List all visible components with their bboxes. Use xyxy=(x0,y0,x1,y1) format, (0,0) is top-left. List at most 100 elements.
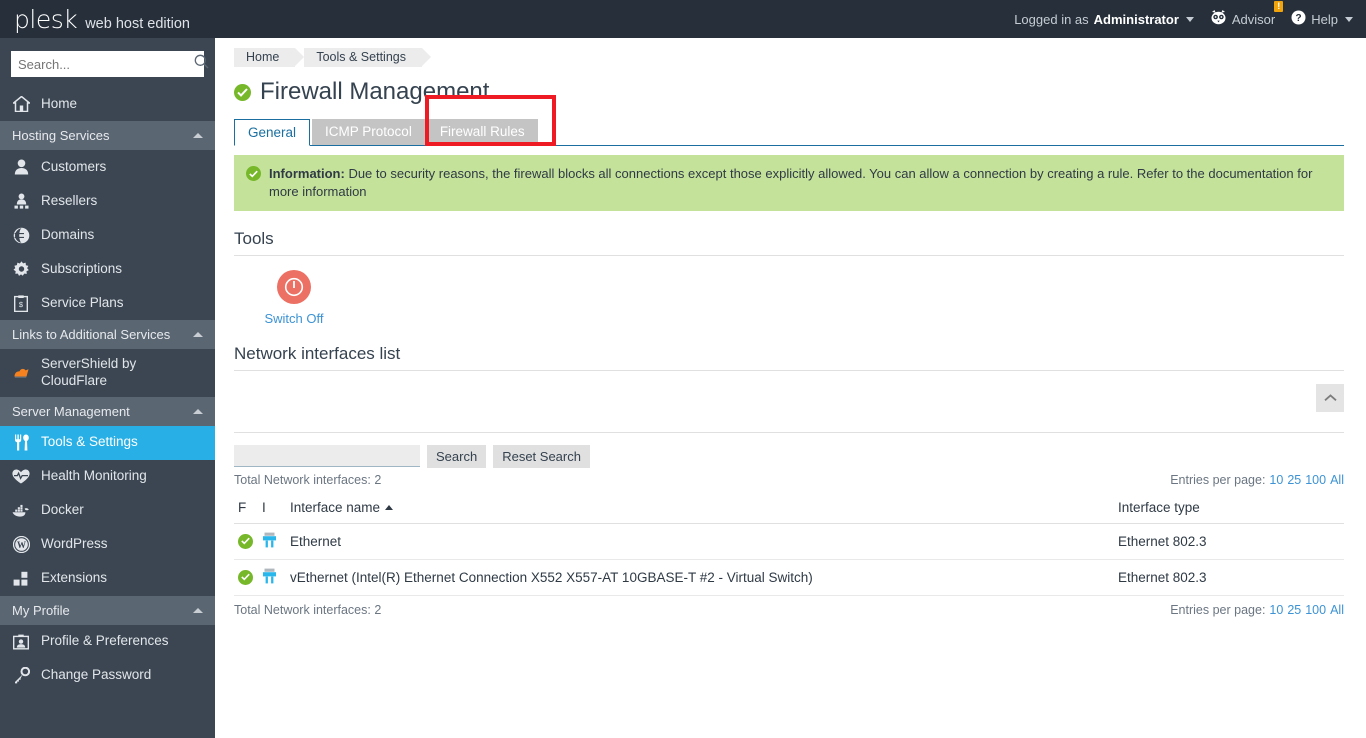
profile-icon xyxy=(12,633,30,651)
list-filter-input[interactable] xyxy=(234,445,420,468)
logo-edition-text: web host edition xyxy=(85,15,190,32)
list-search-row: Search Reset Search xyxy=(234,444,1366,468)
sidebar-item-docker[interactable]: Docker xyxy=(0,494,215,528)
plesk-logo[interactable]: plesk web host edition xyxy=(0,7,190,41)
advisor-owl-icon xyxy=(1210,10,1227,28)
information-banner-body: Due to security reasons, the firewall bl… xyxy=(269,166,1313,199)
information-banner-text: Information: Due to security reasons, th… xyxy=(269,165,1332,201)
sidebar-item-label: Extensions xyxy=(41,570,108,586)
column-header-i[interactable]: I xyxy=(258,495,286,524)
row-interface-type: Ethernet 802.3 xyxy=(1114,523,1344,560)
logged-in-label: Logged in as xyxy=(1014,11,1089,27)
tools-section-heading: Tools xyxy=(234,229,1344,256)
sidebar-item-label: Customers xyxy=(41,158,107,174)
check-circle-icon xyxy=(246,166,261,181)
header-right-group: Logged in as Administrator Advisor ! ? H… xyxy=(1014,1,1366,28)
tools-row: Switch Off xyxy=(234,269,1366,326)
reset-search-button[interactable]: Reset Search xyxy=(493,444,590,468)
tab-firewall-rules[interactable]: Firewall Rules xyxy=(426,119,538,145)
chevron-down-icon xyxy=(1345,16,1353,22)
advisor-button[interactable]: Advisor ! xyxy=(1210,1,1284,28)
breadcrumb-item-home[interactable]: Home xyxy=(234,48,305,67)
column-header-interface-type[interactable]: Interface type xyxy=(1114,495,1344,524)
page-title: Firewall Management xyxy=(215,67,1366,106)
column-header-f[interactable]: F xyxy=(234,495,258,524)
sidebar-item-service-plans[interactable]: $ Service Plans xyxy=(0,286,215,320)
entries-option-10[interactable]: 10 xyxy=(1269,603,1283,617)
advisor-label: Advisor xyxy=(1231,11,1276,27)
power-icon xyxy=(277,269,311,304)
sidebar-item-wordpress[interactable]: W WordPress xyxy=(0,528,215,562)
entries-option-25[interactable]: 25 xyxy=(1287,473,1301,487)
check-circle-icon xyxy=(234,83,251,101)
sidebar-search[interactable] xyxy=(11,51,209,77)
column-header-interface-name[interactable]: Interface name xyxy=(286,495,1114,524)
entries-option-all[interactable]: All xyxy=(1330,473,1344,487)
switch-off-button[interactable]: Switch Off xyxy=(234,269,354,326)
search-button[interactable]: Search xyxy=(427,444,487,468)
sidebar-group-my-profile[interactable]: My Profile xyxy=(0,595,215,625)
row-status-cell xyxy=(234,559,258,596)
sidebar-item-label: Service Plans xyxy=(41,294,124,310)
column-header-interface-name-label: Interface name xyxy=(290,499,381,515)
entries-option-25[interactable]: 25 xyxy=(1287,603,1301,617)
sidebar-item-label: Home xyxy=(41,95,78,111)
entries-option-100[interactable]: 100 xyxy=(1305,603,1326,617)
chevron-up-icon xyxy=(193,607,203,613)
help-label: Help xyxy=(1311,11,1338,27)
row-status-cell xyxy=(234,523,258,560)
sidebar-group-label: My Profile xyxy=(12,602,70,618)
top-header-bar: plesk web host edition Logged in as Admi… xyxy=(0,0,1366,41)
sidebar-group-label: Links to Additional Services xyxy=(12,327,171,342)
help-icon: ? xyxy=(1291,10,1306,28)
sidebar-item-change-password[interactable]: Change Password xyxy=(0,659,215,693)
tab-icmp-protocol[interactable]: ICMP Protocol xyxy=(312,119,425,145)
sidebar-item-label: Resellers xyxy=(41,192,98,208)
search-icon[interactable] xyxy=(194,54,209,74)
sidebar-item-home[interactable]: Home xyxy=(0,87,215,121)
entries-option-10[interactable]: 10 xyxy=(1269,473,1283,487)
table-header-row: F I Interface name Interface type xyxy=(234,495,1344,524)
logged-in-as-menu[interactable]: Logged in as Administrator xyxy=(1014,12,1194,27)
sidebar-item-customers[interactable]: Customers xyxy=(0,150,215,184)
entries-per-page-label: Entries per page: xyxy=(1170,472,1266,487)
sidebar-group-links-to-additional-services[interactable]: Links to Additional Services xyxy=(0,320,215,349)
sidebar-group-server-management[interactable]: Server Management xyxy=(0,396,215,426)
sort-ascending-icon xyxy=(385,504,394,510)
entries-option-100[interactable]: 100 xyxy=(1305,473,1326,487)
extensions-icon xyxy=(12,570,30,588)
switch-off-label: Switch Off xyxy=(264,310,324,326)
sidebar-item-health-monitoring[interactable]: Health Monitoring xyxy=(0,460,215,494)
sidebar-item-resellers[interactable]: Resellers xyxy=(0,184,215,218)
search-input[interactable] xyxy=(18,56,194,72)
sidebar-group-hosting-services[interactable]: Hosting Services xyxy=(0,121,215,150)
sidebar-group-label: Hosting Services xyxy=(12,128,110,143)
left-sidebar: Home Hosting Services Customers Reseller… xyxy=(0,38,215,738)
sidebar-item-label: Health Monitoring xyxy=(41,468,147,484)
tools-icon xyxy=(12,434,30,452)
total-interfaces-label-bottom: Total Network interfaces: 2 xyxy=(234,602,382,617)
help-menu[interactable]: ? Help xyxy=(1291,10,1353,28)
sidebar-item-label: Domains xyxy=(41,226,95,242)
entries-per-page-label: Entries per page: xyxy=(1170,602,1266,617)
table-row[interactable]: vEthernet (Intel(R) Ethernet Connection … xyxy=(234,559,1344,596)
sidebar-item-subscriptions[interactable]: Subscriptions xyxy=(0,252,215,286)
table-row[interactable]: Ethernet Ethernet 802.3 xyxy=(234,523,1344,560)
list-meta-top: Total Network interfaces: 2 Entries per … xyxy=(234,473,1344,487)
sidebar-item-servershield[interactable]: ServerShield by CloudFlare xyxy=(0,349,215,397)
page-title-text: Firewall Management xyxy=(260,78,490,105)
sidebar-item-label: Docker xyxy=(41,502,84,518)
collapse-toggle-button[interactable] xyxy=(1316,383,1344,412)
entries-per-page-top: Entries per page: 10 25 100 All xyxy=(1170,473,1344,487)
breadcrumb-item-tools-settings[interactable]: Tools & Settings xyxy=(304,48,431,67)
sidebar-item-domains[interactable]: Domains xyxy=(0,218,215,252)
sidebar-group-label: Server Management xyxy=(12,403,130,419)
sidebar-item-profile-preferences[interactable]: Profile & Preferences xyxy=(0,625,215,659)
sidebar-item-extensions[interactable]: Extensions xyxy=(0,562,215,596)
main-content: Home Tools & Settings Firewall Managemen… xyxy=(215,38,1366,738)
tab-general[interactable]: General xyxy=(234,119,311,146)
entries-option-all[interactable]: All xyxy=(1330,603,1344,617)
cloudflare-icon xyxy=(12,364,30,382)
entries-per-page-bottom: Entries per page: 10 25 100 All xyxy=(1170,603,1344,617)
sidebar-item-tools-and-settings[interactable]: Tools & Settings xyxy=(0,425,215,460)
